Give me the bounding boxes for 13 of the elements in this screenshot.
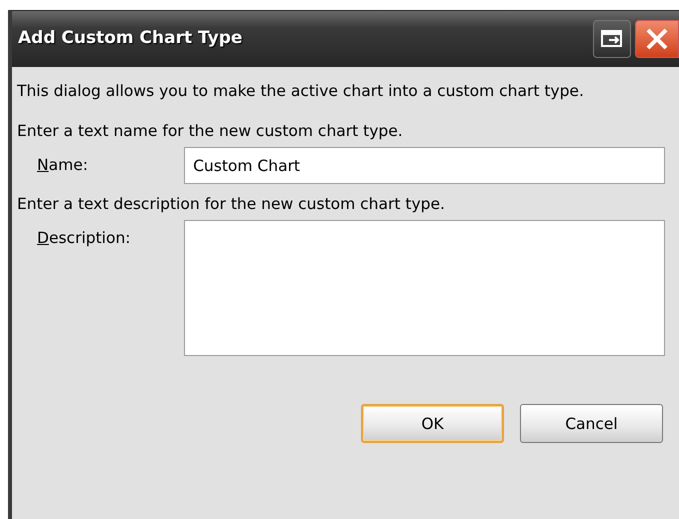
- close-icon: [645, 27, 669, 51]
- description-prompt: Enter a text description for the new custom chart type.: [17, 194, 446, 215]
- intro-text: This dialog allows you to make the active chart into a custom chart type.: [17, 81, 585, 102]
- name-label: Name:: [37, 155, 89, 176]
- ok-button[interactable]: OK: [361, 404, 504, 443]
- name-field[interactable]: Custom Chart: [184, 147, 665, 184]
- window-title: Add Custom Chart Type: [18, 27, 244, 50]
- description-label: Description:: [37, 228, 132, 249]
- restore-button[interactable]: [593, 20, 631, 58]
- close-button[interactable]: [635, 20, 679, 58]
- name-prompt: Enter a text name for the new custom chart type.: [17, 121, 404, 142]
- description-field[interactable]: [184, 220, 665, 356]
- cancel-button[interactable]: Cancel: [520, 404, 663, 443]
